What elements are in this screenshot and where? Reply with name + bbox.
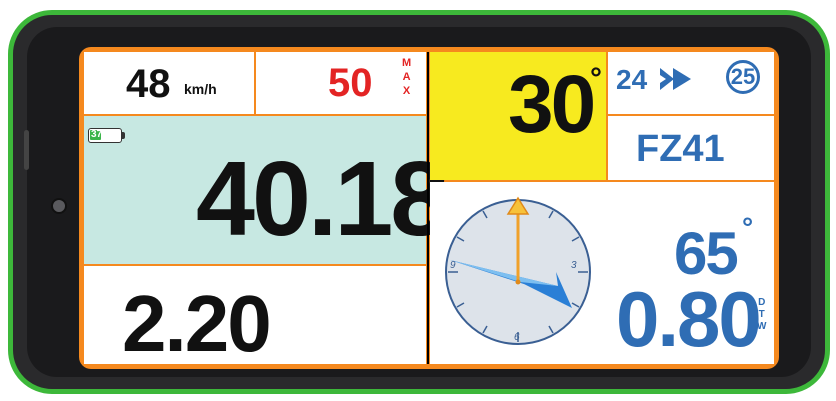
bearing-unit: ° (742, 212, 754, 243)
battery-indicator: 37% (88, 128, 122, 143)
speed-value: 48 (126, 62, 171, 106)
waypoint-name: FZ41 (636, 128, 725, 170)
waypoint-from: 24 (616, 64, 648, 95)
max-speed-value: 50 (328, 61, 373, 105)
dtw-letter-t: T (758, 309, 765, 320)
heading-value: 30 (508, 59, 596, 150)
front-camera (51, 198, 67, 214)
compass-mark-3: 3 (571, 260, 577, 271)
compass-mark-9: 9 (450, 260, 456, 271)
waypoint-name-panel: FZ41 (608, 116, 774, 180)
secondary-value: 2.20 (122, 279, 272, 368)
max-label: M A X (402, 58, 411, 97)
speed-panel: 48 km/h (84, 52, 254, 114)
waypoint-to: 25 (730, 64, 756, 89)
dtw-value: 0.80 (616, 275, 762, 363)
vertical-divider (427, 52, 429, 364)
secondary-value-panel: 2.20 (84, 266, 426, 364)
speed-unit: km/h (184, 81, 217, 97)
double-chevron-right-icon (660, 68, 691, 90)
waypoint-to-badge: 25 (726, 60, 760, 94)
heading-panel: 30 ° (430, 52, 606, 180)
battery-percent: 37% (91, 129, 112, 140)
max-letter-m: M (402, 57, 412, 69)
max-speed-panel: 50 M A X (256, 52, 426, 114)
screen: 48 km/h 50 M A X 40.18 2.20 30 ° 24 25 F… (79, 47, 779, 369)
dtw-letter-d: D (758, 297, 766, 308)
dtw-label: D T W (757, 298, 766, 332)
compass (445, 196, 591, 345)
waypoint-route-panel: 24 25 (608, 52, 774, 114)
max-letter-a: A (402, 71, 411, 83)
heading-unit: ° (590, 62, 602, 95)
main-value-panel: 40.18 (84, 116, 449, 264)
main-value: 40.18 (196, 140, 449, 258)
battery-tip (122, 132, 125, 139)
max-letter-x: X (402, 85, 411, 97)
navigation-panel: 9 3 6 65 ° 0.80 D T W (430, 182, 774, 364)
compass-mark-6: 6 (514, 332, 520, 343)
dtw-letter-w: W (757, 321, 767, 332)
side-port (24, 130, 29, 170)
